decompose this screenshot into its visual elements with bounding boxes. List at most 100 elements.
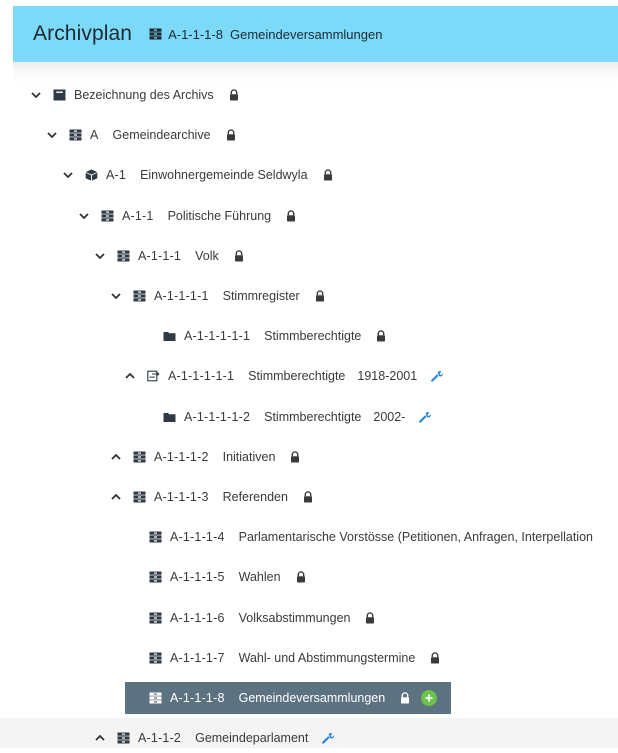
breadcrumb[interactable]: A-1-1-1-8 Gemeindeversammlungen — [148, 27, 382, 42]
drawer-icon — [132, 491, 146, 504]
drawer-icon — [100, 210, 114, 223]
node-code: A-1 — [106, 168, 127, 182]
node-label: Parlamentarische Vorstösse (Petitionen, … — [238, 530, 593, 544]
node-code: A-1-1-1-4 — [170, 530, 225, 544]
chevron-up-icon[interactable] — [110, 451, 122, 463]
lock-icon — [314, 290, 326, 302]
node-code: A-1-1-1-1-1 — [168, 369, 235, 383]
lock-icon — [399, 692, 411, 704]
drawer-icon — [116, 250, 130, 263]
tree-row[interactable]: A-1-1-1-1 Stimmregister — [0, 281, 326, 311]
node-label: Volksabstimmungen — [238, 611, 351, 625]
lock-icon — [233, 250, 245, 262]
tree-row[interactable]: A Gemeindearchive — [0, 120, 237, 150]
wrench-icon[interactable] — [322, 732, 335, 744]
drawer-icon — [148, 531, 162, 544]
node-label: Stimmberechtigte — [248, 369, 346, 383]
dossier-icon — [146, 370, 160, 383]
tree-row[interactable]: A-1-1-1-1-2 Stimmberechtigte 2002- — [0, 402, 432, 432]
node-label: Initiativen — [222, 450, 276, 464]
node-code: A-1-1-1-1-1 — [184, 329, 251, 343]
node-label: Wahl- und Abstimmungstermine — [238, 651, 416, 665]
breadcrumb-label: Gemeindeversammlungen — [229, 26, 383, 42]
chevron-down-icon[interactable] — [78, 210, 90, 222]
lock-icon — [225, 129, 237, 141]
tree-row[interactable]: A-1-1-1 Volk — [0, 241, 245, 271]
lock-icon — [285, 210, 297, 222]
add-icon[interactable] — [421, 690, 438, 706]
tree-row[interactable]: A-1-1-1-7 Wahl- und Abstimmungstermine — [0, 643, 441, 673]
drawer-icon — [132, 451, 146, 464]
node-code: A — [90, 128, 99, 142]
node-label: Stimmregister — [222, 289, 300, 303]
tree-row[interactable]: A-1-1-1-8 Gemeindeversammlungen — [125, 682, 452, 714]
tree-row[interactable]: A-1-1-1-2 Initiativen — [0, 442, 301, 472]
tree-row[interactable]: A-1-1-1-1-1 Stimmberechtigte 1918-2001 — [0, 361, 444, 391]
chevron-down-icon[interactable] — [110, 290, 122, 302]
tree-row[interactable]: A-1-1-1-4 Parlamentarische Vorstösse (Pet… — [0, 522, 605, 552]
folder-icon — [162, 411, 176, 424]
node-label: Wahlen — [238, 570, 281, 584]
node-label: Referenden — [222, 490, 288, 504]
tree-row[interactable]: A-1-1-1-6 Volksabstimmungen — [0, 603, 376, 633]
lock-icon — [322, 169, 334, 181]
node-label: Gemeindeparlament — [195, 731, 309, 745]
node-code: A-1-1-2 — [138, 731, 182, 745]
drawer-icon — [148, 692, 162, 705]
tree-row[interactable]: A-1-1-1-1-1 Stimmberechtigte — [0, 321, 387, 351]
lock-icon — [364, 612, 376, 624]
node-code: A-1-1-1-8 — [170, 691, 225, 705]
node-code: A-1-1-1-2 — [154, 450, 209, 464]
drawer-icon — [68, 129, 82, 142]
node-date-range: 2002- — [373, 410, 406, 424]
wrench-icon[interactable] — [431, 370, 444, 382]
wrench-icon[interactable] — [419, 411, 432, 423]
node-label: Gemeindeversammlungen — [238, 691, 386, 705]
box-icon — [84, 169, 98, 182]
archive-plan-header: Archivplan A-1-1-1-8 Gemeindeversammlung… — [13, 6, 618, 62]
page-title: Archivplan — [33, 22, 133, 45]
lock-icon — [429, 652, 441, 664]
node-date-range: 1918-2001 — [357, 369, 418, 383]
drawer-icon — [148, 612, 162, 625]
folder-icon — [162, 330, 176, 343]
chevron-up-icon[interactable] — [94, 732, 106, 744]
chevron-up-icon[interactable] — [110, 491, 122, 503]
drawer-icon — [132, 290, 146, 303]
drawer-icon — [148, 571, 162, 584]
node-label: Bezeichnung des Archivs — [74, 88, 214, 102]
archive-root-icon — [52, 89, 66, 102]
chevron-up-icon[interactable] — [124, 370, 136, 382]
node-code: A-1-1-1-5 — [170, 570, 225, 584]
node-label: Stimmberechtigte — [264, 410, 362, 424]
node-code: A-1-1-1-6 — [170, 611, 225, 625]
tree-row[interactable]: A-1-1-1-5 Wahlen — [0, 562, 307, 592]
node-code: A-1-1-1-3 — [154, 490, 209, 504]
tree-row[interactable]: A-1 Einwohnergemeinde Seldwyla — [0, 160, 334, 190]
drawer-icon — [148, 652, 162, 665]
drawer-icon — [148, 28, 162, 41]
chevron-down-icon[interactable] — [94, 250, 106, 262]
chevron-down-icon[interactable] — [46, 129, 58, 141]
node-label: Gemeindearchive — [112, 128, 211, 142]
lock-icon — [289, 451, 301, 463]
node-code: A-1-1-1-1-2 — [184, 410, 251, 424]
node-label: Einwohnergemeinde Seldwyla — [140, 168, 308, 182]
chevron-down-icon[interactable] — [62, 169, 74, 181]
node-code: A-1-1-1-1 — [154, 289, 209, 303]
lock-icon — [228, 89, 240, 101]
lock-icon — [302, 491, 314, 503]
lock-icon — [295, 571, 307, 583]
drawer-icon — [116, 732, 130, 745]
tree-row[interactable]: A-1-1 Politische Führung — [0, 201, 297, 231]
lock-icon — [375, 330, 387, 342]
chevron-down-icon[interactable] — [30, 89, 42, 101]
tree-row[interactable]: Bezeichnung des Archivs — [0, 80, 240, 110]
node-code: A-1-1 — [122, 209, 154, 223]
node-label: Stimmberechtigte — [264, 329, 362, 343]
tree-row[interactable]: A-1-1-1-3 Referenden — [0, 482, 314, 512]
node-code: A-1-1-1-7 — [170, 651, 225, 665]
tree-row[interactable]: A-1-1-2 Gemeindeparlament — [0, 723, 335, 753]
breadcrumb-code: A-1-1-1-8 — [168, 26, 223, 42]
node-label: Politische Führung — [167, 209, 272, 223]
